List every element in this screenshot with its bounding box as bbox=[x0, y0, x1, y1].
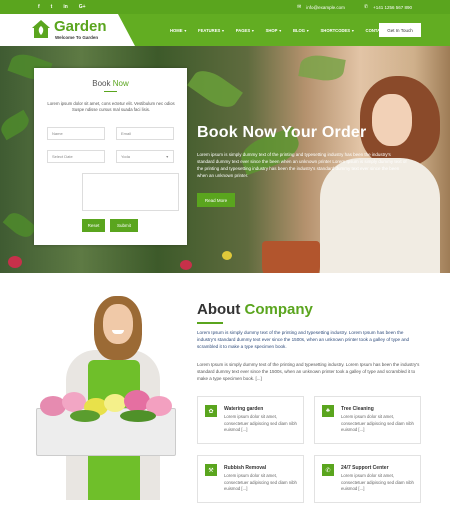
plant-pot bbox=[262, 241, 320, 273]
about-title-underline bbox=[197, 322, 223, 324]
message-textarea[interactable] bbox=[82, 173, 179, 211]
leaf-decoration bbox=[2, 208, 38, 242]
service-desc: Lorem ipsum dolor sit amet, consectetuer… bbox=[224, 414, 297, 433]
hero-heading-wrap: Book Now Your Order bbox=[197, 124, 437, 142]
phone-icon: ✆ bbox=[322, 464, 334, 476]
foliage-decoration bbox=[120, 410, 156, 422]
logo-area[interactable]: Garden Welcome To Garden bbox=[0, 14, 135, 46]
flower-decoration bbox=[62, 392, 86, 412]
name-field[interactable]: Name bbox=[47, 127, 105, 140]
flower-decoration bbox=[8, 256, 22, 268]
date-field[interactable]: Select Date bbox=[47, 150, 105, 163]
foliage-decoration bbox=[70, 410, 100, 422]
flower-decoration bbox=[180, 260, 192, 270]
read-more-button[interactable]: Read More bbox=[197, 193, 235, 207]
about-title: About Company bbox=[197, 301, 313, 318]
service-card-rubbish[interactable]: ⚒ Rubbish Removal Lorem ipsum dolor sit … bbox=[197, 455, 304, 503]
chevron-down-icon: ▼ bbox=[351, 28, 355, 33]
nav-item-pages[interactable]: PAGES▼ bbox=[236, 28, 255, 33]
leaf-decoration bbox=[187, 64, 243, 114]
chevron-down-icon: ▼ bbox=[278, 28, 282, 33]
email-field[interactable]: Email bbox=[116, 127, 174, 140]
facebook-icon[interactable]: f bbox=[38, 4, 40, 10]
service-title: Tree Cleaning bbox=[341, 406, 374, 412]
about-intro: Lorem Ipsum is simply dummy text of the … bbox=[197, 330, 410, 350]
hero-body: Lorem ipsum is simply dummy text of the … bbox=[197, 152, 407, 178]
site-header: Garden Welcome To Garden HOME▼ FEATURES▼… bbox=[0, 14, 450, 46]
twitter-icon[interactable]: t bbox=[51, 4, 53, 10]
brand-name: Garden bbox=[54, 18, 107, 35]
chevron-down-icon: ▼ bbox=[183, 28, 188, 33]
leaf-decoration bbox=[298, 52, 346, 84]
contact-info: ✉ info@example.com ✆ +141 1256 567 890 bbox=[297, 4, 412, 10]
service-title: Watering garden bbox=[224, 406, 264, 412]
service-card-support[interactable]: ✆ 24/7 Support Center Lorem ipsum dolor … bbox=[314, 455, 421, 503]
chevron-down-icon: ▼ bbox=[306, 28, 310, 33]
title-underline bbox=[104, 91, 117, 92]
flower-decoration bbox=[222, 251, 232, 260]
booking-title: Book Now bbox=[92, 79, 129, 88]
chevron-down-icon: ▼ bbox=[251, 28, 255, 33]
flower-decoration bbox=[104, 394, 126, 412]
service-card-watering[interactable]: ✿ Watering garden Lorem ipsum dolor sit … bbox=[197, 396, 304, 444]
get-in-touch-button[interactable]: Get In Touch bbox=[379, 23, 421, 37]
booking-form: Book Now Lorem ipsum dolor sit amet, con… bbox=[34, 68, 187, 245]
about-text: Lorem Ipsum is simply dummy text of the … bbox=[197, 362, 420, 381]
service-desc: Lorem ipsum dolor sit amet, consectetuer… bbox=[341, 414, 414, 433]
house-logo-icon bbox=[32, 20, 50, 38]
chevron-down-icon: ▼ bbox=[165, 154, 169, 159]
nav-item-blog[interactable]: BLOG▼ bbox=[293, 28, 310, 33]
main-nav: HOME▼ FEATURES▼ PAGES▼ SHOP▼ BLOG▼ SHORT… bbox=[170, 14, 397, 46]
tree-icon: ♣ bbox=[322, 405, 334, 417]
chevron-down-icon: ▼ bbox=[221, 28, 225, 33]
nav-item-shop[interactable]: SHOP▼ bbox=[266, 28, 282, 33]
nav-item-shortcodes[interactable]: SHORTCODES▼ bbox=[321, 28, 355, 33]
service-desc: Lorem ipsum dolor sit amet, consectetuer… bbox=[341, 473, 414, 492]
service-card-tree[interactable]: ♣ Tree Cleaning Lorem ipsum dolor sit am… bbox=[314, 396, 421, 444]
nav-item-features[interactable]: FEATURES▼ bbox=[198, 28, 225, 33]
email-text[interactable]: info@example.com bbox=[306, 5, 345, 10]
hero-title: Book Now Your Order bbox=[197, 124, 367, 141]
person-face bbox=[103, 304, 133, 344]
service-desc: Lorem ipsum dolor sit amet, consectetuer… bbox=[224, 473, 297, 492]
top-bar: f t in G+ ✉ info@example.com ✆ +141 1256… bbox=[0, 0, 450, 14]
leaf-decoration bbox=[0, 109, 33, 141]
envelope-icon: ✉ bbox=[297, 4, 302, 10]
phone-icon: ✆ bbox=[363, 4, 369, 10]
watering-can-icon: ✿ bbox=[205, 405, 217, 417]
type-select[interactable]: Yoda ▼ bbox=[116, 150, 174, 163]
service-title: Rubbish Removal bbox=[224, 465, 267, 471]
rake-icon: ⚒ bbox=[205, 464, 217, 476]
brand-tagline: Welcome To Garden bbox=[55, 35, 99, 40]
social-links: f t in G+ bbox=[38, 4, 86, 10]
service-title: 24/7 Support Center bbox=[341, 465, 389, 471]
google-plus-icon[interactable]: G+ bbox=[79, 4, 86, 10]
linkedin-icon[interactable]: in bbox=[63, 4, 67, 10]
reset-button[interactable]: Reset bbox=[82, 219, 105, 232]
submit-button[interactable]: Submit bbox=[110, 219, 138, 232]
nav-item-home[interactable]: HOME▼ bbox=[170, 28, 187, 33]
phone-text: +141 1256 567 890 bbox=[373, 4, 412, 10]
booking-description: Lorem ipsum dolor sit amet, cons ectetur… bbox=[47, 101, 175, 113]
